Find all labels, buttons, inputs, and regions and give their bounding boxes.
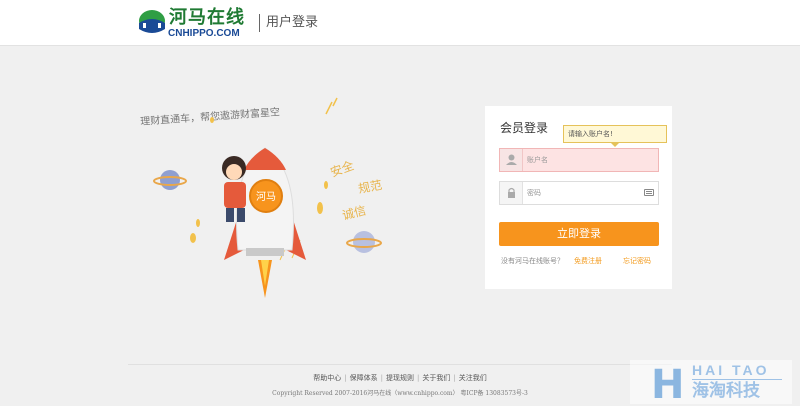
haitao-watermark: H HAI TAO 海淘科技 <box>630 360 792 406</box>
footer-link-help[interactable]: 帮助中心 <box>310 374 344 382</box>
header-divider <box>259 14 260 32</box>
logo-text-en: CNHIPPO.COM <box>168 28 240 39</box>
forgot-password-link[interactable]: 忘记密码 <box>623 256 651 266</box>
password-input[interactable] <box>527 182 642 204</box>
watermark-cn: 海淘科技 <box>692 381 760 401</box>
register-link[interactable]: 免费注册 <box>574 256 602 266</box>
footer-link-withdraw-rules[interactable]: 提现规则 <box>383 374 417 382</box>
planet-right-icon <box>346 231 382 253</box>
footer-link-security[interactable]: 保障体系 <box>347 374 381 382</box>
footer-link-follow[interactable]: 关注我们 <box>456 374 490 382</box>
planet-left-icon <box>153 170 187 190</box>
site-header: 河马在线 CNHIPPO.COM 用户登录 <box>0 0 800 46</box>
user-icon <box>500 149 523 171</box>
logo-text-cn: 河马在线 <box>169 7 245 28</box>
lock-icon <box>500 182 523 204</box>
page-title: 用户登录 <box>266 15 319 30</box>
watermark-letter: H <box>651 362 685 406</box>
watermark-rule <box>692 379 782 380</box>
watermark-en: HAI TAO <box>692 362 770 378</box>
footer-link-about[interactable]: 关于我们 <box>419 374 453 382</box>
site-logo[interactable]: 河马在线 CNHIPPO.COM <box>137 7 247 41</box>
login-title: 会员登录 <box>500 121 549 135</box>
username-field <box>499 148 659 172</box>
no-account-text: 没有河马在线账号？ <box>501 257 564 265</box>
username-input[interactable] <box>527 149 642 171</box>
password-field <box>499 181 659 205</box>
username-error-tooltip: 请输入账户名! <box>563 125 667 147</box>
keyboard-icon[interactable] <box>644 189 654 196</box>
rocket-badge-text: 河马 <box>256 191 276 203</box>
footer-divider <box>128 364 672 365</box>
login-button[interactable]: 立即登录 <box>499 222 659 246</box>
hippo-logo-icon <box>139 10 165 33</box>
